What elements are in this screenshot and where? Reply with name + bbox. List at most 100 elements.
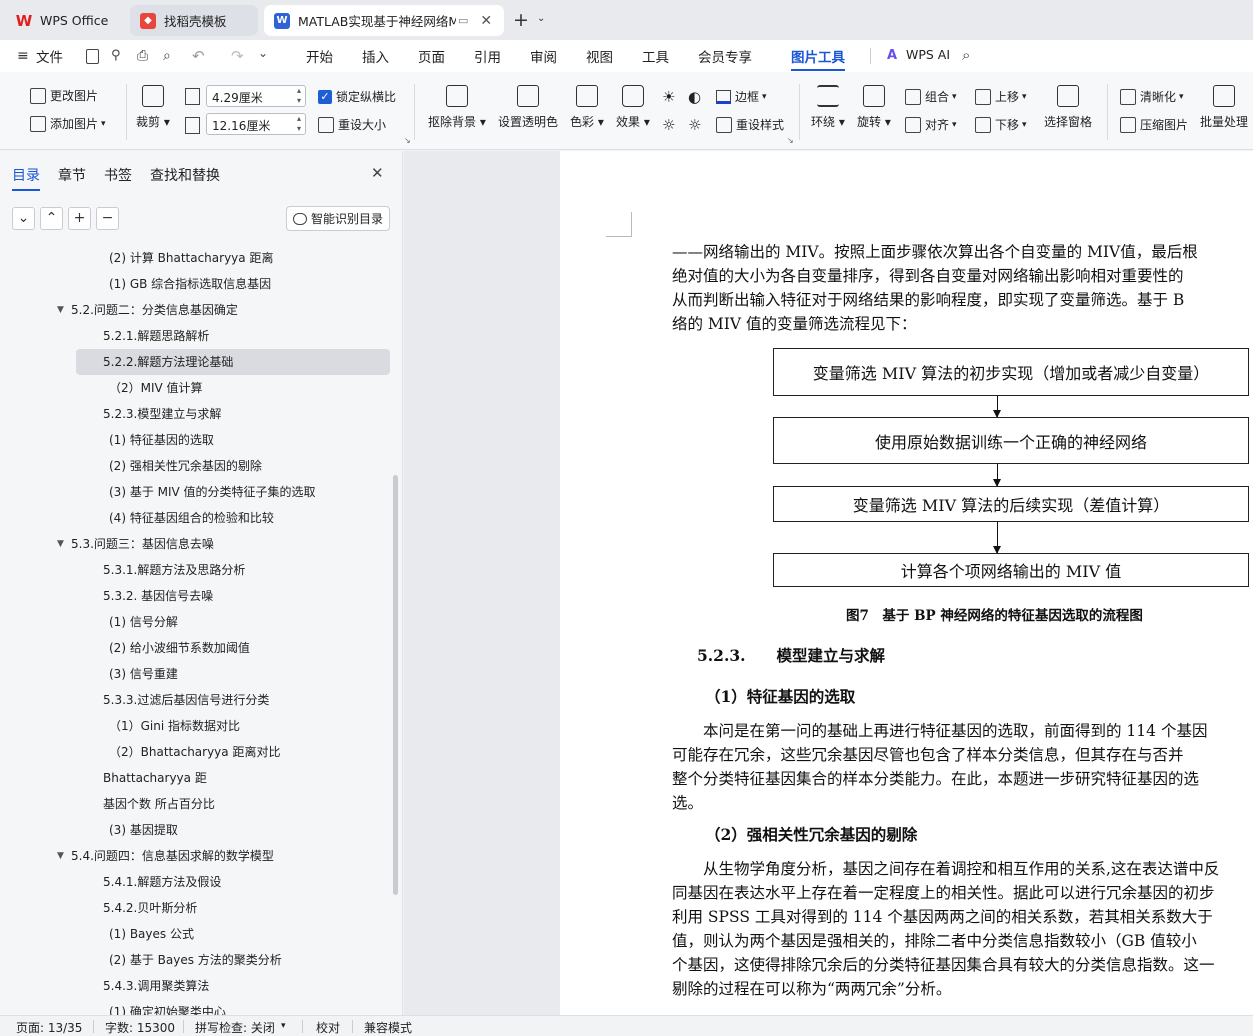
- select-pane-button[interactable]: 选择窗格: [1044, 85, 1092, 130]
- dialog-launcher-icon[interactable]: ↘: [787, 136, 794, 145]
- toc-item[interactable]: (1) Bayes 公式: [109, 921, 194, 947]
- share-icon[interactable]: ⚲: [111, 48, 121, 63]
- toc-item[interactable]: 5.4.1.解题方法及假设: [103, 869, 221, 895]
- contrast-icon[interactable]: ◐: [688, 88, 701, 106]
- align-button[interactable]: 对齐 ▾: [905, 116, 957, 133]
- lock-ratio-checkbox[interactable]: ✓ 锁定纵横比: [318, 88, 396, 105]
- toc-item[interactable]: 5.3.1.解题方法及思路分析: [103, 557, 245, 583]
- toc-item[interactable]: Bhattacharyya 距: [103, 765, 207, 791]
- combine-button[interactable]: 组合 ▾: [905, 88, 957, 105]
- rotate-button[interactable]: 旋转 ▾: [857, 85, 891, 130]
- page-indicator[interactable]: 页面: 13/35: [16, 1019, 82, 1036]
- quick-access-chevron-icon[interactable]: ⌄: [258, 46, 268, 60]
- color-button[interactable]: 色彩 ▾: [570, 85, 604, 130]
- tab-chapters[interactable]: 章节: [58, 165, 86, 185]
- tab-document[interactable]: W MATLAB实现基于神经网络MI ▭ ✕: [264, 5, 504, 36]
- panel-scrollbar[interactable]: [393, 475, 398, 895]
- expand-caret-icon[interactable]: ▼: [57, 539, 64, 549]
- expand-caret-icon[interactable]: ▼: [57, 305, 64, 315]
- tab-toc[interactable]: 目录: [12, 165, 40, 191]
- reset-style-button[interactable]: 重设样式: [716, 116, 784, 133]
- toc-item[interactable]: 5.4.2.贝叶斯分析: [103, 895, 197, 921]
- undo-icon[interactable]: ↶: [192, 47, 205, 65]
- toc-item[interactable]: (2) 基于 Bayes 方法的聚类分析: [109, 947, 282, 973]
- set-transparent-button[interactable]: 设置透明色: [498, 85, 558, 130]
- batch-process-button[interactable]: 批量处理: [1200, 85, 1248, 130]
- menu-home[interactable]: 开始: [306, 46, 333, 66]
- toc-item[interactable]: (1) 特征基因的选取: [109, 427, 214, 453]
- move-down-button[interactable]: 下移 ▾: [975, 116, 1027, 133]
- menu-member[interactable]: 会员专享: [698, 46, 752, 66]
- tab-wps-office[interactable]: W WPS Office: [6, 5, 124, 36]
- toc-item[interactable]: (4) 特征基因组合的检验和比较: [109, 505, 274, 531]
- close-icon[interactable]: ✕: [480, 13, 492, 29]
- toc-item[interactable]: 5.2.3.模型建立与求解: [103, 401, 221, 427]
- proofread-button[interactable]: 校对: [316, 1019, 340, 1036]
- save-icon[interactable]: [86, 49, 99, 64]
- menu-reference[interactable]: 引用: [474, 46, 501, 66]
- toc-item[interactable]: 5.2.2.解题方法理论基础: [103, 349, 233, 375]
- border-button[interactable]: 边框 ▾: [716, 88, 767, 105]
- menu-wps-ai[interactable]: WPS AI: [906, 47, 950, 62]
- toc-item[interactable]: (1) GB 综合指标选取信息基因: [109, 271, 271, 297]
- spell-check-status[interactable]: 拼写检查: 关闭: [195, 1019, 275, 1036]
- menu-picture-tools[interactable]: 图片工具: [791, 46, 845, 71]
- toc-item[interactable]: 5.4.问题四：信息基因求解的数学模型: [71, 843, 274, 869]
- toc-item[interactable]: (3) 信号重建: [109, 661, 178, 687]
- toc-item[interactable]: (3) 基因提取: [109, 817, 178, 843]
- menu-file[interactable]: 文件: [36, 46, 63, 66]
- toc-item[interactable]: 5.2.1.解题思路解析: [103, 323, 209, 349]
- menu-page[interactable]: 页面: [418, 46, 445, 66]
- toc-item[interactable]: 基因个数 所占百分比: [103, 791, 215, 817]
- toc-item[interactable]: （2）Bhattacharyya 距离对比: [109, 739, 280, 765]
- sharpen-button[interactable]: 清晰化 ▾: [1120, 88, 1184, 105]
- collapse-all-button[interactable]: ⌄: [12, 207, 35, 230]
- toc-item[interactable]: 5.4.3.调用聚类算法: [103, 973, 209, 999]
- dialog-launcher-icon[interactable]: ↘: [404, 136, 411, 145]
- move-up-button[interactable]: 上移 ▾: [975, 88, 1027, 105]
- print-icon[interactable]: ⎙: [137, 48, 148, 64]
- smart-toc-button[interactable]: 智能识别目录: [286, 206, 390, 231]
- toc-item[interactable]: (1) 信号分解: [109, 609, 178, 635]
- hamburger-icon[interactable]: ≡: [17, 48, 29, 64]
- tab-bookmarks[interactable]: 书签: [104, 165, 132, 185]
- add-image-button[interactable]: 添加图片 ▾: [30, 115, 106, 132]
- search-icon[interactable]: ⌕: [962, 46, 970, 64]
- menu-insert[interactable]: 插入: [362, 46, 389, 66]
- effect-button[interactable]: 效果 ▾: [616, 85, 650, 130]
- add-heading-button[interactable]: +: [68, 207, 91, 230]
- reset-size-button[interactable]: 重设大小: [318, 116, 386, 133]
- menu-tools[interactable]: 工具: [642, 46, 669, 66]
- expand-caret-icon[interactable]: ▼: [57, 851, 64, 861]
- remove-background-button[interactable]: 抠除背景 ▾: [428, 85, 486, 130]
- chevron-down-icon[interactable]: ⌄: [537, 13, 545, 24]
- brightness-down-icon[interactable]: ☼: [662, 116, 675, 134]
- redo-icon[interactable]: ↷: [231, 47, 244, 65]
- chevron-down-icon[interactable]: ▾: [281, 1021, 286, 1031]
- expand-up-button[interactable]: ⌃: [40, 207, 63, 230]
- contrast-down-icon[interactable]: ☼: [688, 116, 701, 134]
- remove-heading-button[interactable]: −: [96, 207, 119, 230]
- toc-item[interactable]: （2）MIV 值计算: [109, 375, 203, 401]
- wrap-button[interactable]: 环绕 ▾: [811, 85, 845, 130]
- toc-item[interactable]: （1）Gini 指标数据对比: [109, 713, 240, 739]
- crop-button[interactable]: 裁剪 ▾: [136, 85, 170, 130]
- print-preview-icon[interactable]: ⌕: [163, 48, 171, 64]
- toc-item[interactable]: (3) 基于 MIV 值的分类特征子集的选取: [109, 479, 316, 505]
- brightness-icon[interactable]: ☀: [662, 88, 675, 106]
- menu-review[interactable]: 审阅: [530, 46, 557, 66]
- height-input[interactable]: 12.16厘米 ▴ ▾: [206, 113, 306, 135]
- change-image-button[interactable]: 更改图片: [30, 87, 98, 104]
- toc-item[interactable]: 5.3.问题三：基因信息去噪: [71, 531, 214, 557]
- width-input[interactable]: 4.29厘米 ▴ ▾: [206, 85, 306, 107]
- toc-item[interactable]: (2) 给小波细节系数加阈值: [109, 635, 250, 661]
- toc-item[interactable]: 5.2.问题二：分类信息基因确定: [71, 297, 238, 323]
- menu-view[interactable]: 视图: [586, 46, 613, 66]
- toc-item[interactable]: (2) 强相关性冗余基因的剔除: [109, 453, 262, 479]
- word-count[interactable]: 字数: 15300: [105, 1019, 175, 1036]
- close-panel-icon[interactable]: ✕: [371, 164, 384, 182]
- compress-button[interactable]: 压缩图片: [1120, 116, 1188, 133]
- new-tab-plus-icon[interactable]: +: [513, 9, 529, 31]
- toc-item[interactable]: 5.3.2. 基因信号去噪: [103, 583, 213, 609]
- toc-item[interactable]: 5.3.3.过滤后基因信号进行分类: [103, 687, 269, 713]
